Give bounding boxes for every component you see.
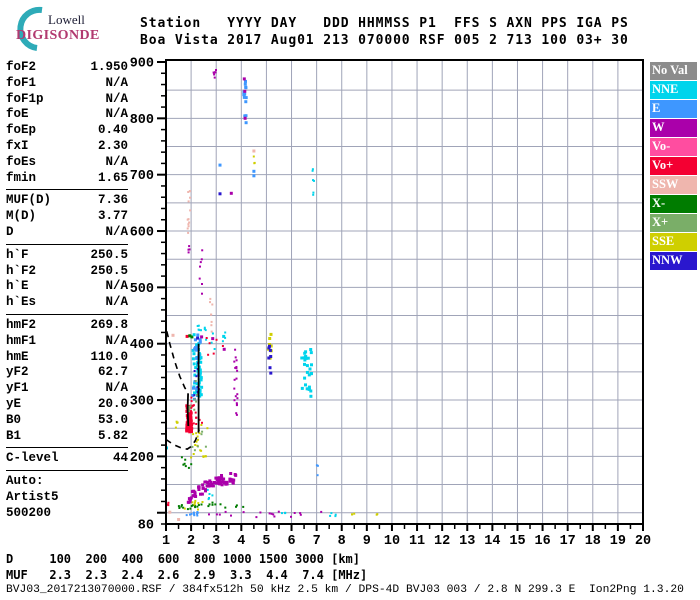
x-tick-label: 19 xyxy=(610,534,626,549)
x-tick-label: 17 xyxy=(560,534,576,549)
legend-label: SSE xyxy=(652,234,675,248)
legend-item-e: E xyxy=(650,100,697,118)
x-tick-label: 12 xyxy=(434,534,450,549)
legend-item-nne: NNE xyxy=(650,81,697,99)
x-tick-label: 10 xyxy=(384,534,400,549)
echo-dots xyxy=(165,69,379,521)
legend-item-nnw: NNW xyxy=(650,252,697,270)
y-tick-label: 600 xyxy=(130,226,154,241)
legend-label: Vo+ xyxy=(652,158,674,172)
legend-item-ssw: SSW xyxy=(650,176,697,194)
legend-item-x: X- xyxy=(650,195,697,213)
plot-border xyxy=(165,59,644,525)
legend-label: W xyxy=(652,120,665,134)
ionogram-plot: 1 2 3 4 5 6 7 8 9 10 11 12 13 14 15 16 17 18 19 20900800700… xyxy=(130,57,651,550)
x-tick-label: 6 xyxy=(287,534,295,549)
legend-item-vo: Vo- xyxy=(650,138,697,156)
y-tick-label: 200 xyxy=(130,451,154,466)
y-axis: 900 800 700 600 500 400 300 200 80 xyxy=(130,57,166,534)
x-tick-label: 20 xyxy=(635,534,651,549)
x-tick-label: 16 xyxy=(534,534,550,549)
legend-item-sse: SSE xyxy=(650,233,697,251)
color-legend: No Val NNE E W Vo- Vo+ SSW X- X+ SSE NNW xyxy=(650,62,697,271)
x-tick-label: 11 xyxy=(409,534,425,549)
legend-item-w: W xyxy=(650,119,697,137)
x-tick-label: 15 xyxy=(509,534,525,549)
x-tick-label: 18 xyxy=(585,534,601,549)
x-tick-label: 9 xyxy=(363,534,371,549)
x-tick-label: 13 xyxy=(459,534,475,549)
x-tick-label: 2 xyxy=(187,534,195,549)
legend-item-x: X+ xyxy=(650,214,697,232)
plot-grid xyxy=(166,60,643,524)
d-muf-table: D 100 200 400 600 800 1000 1500 3000 [km… xyxy=(6,552,368,582)
legend-label: NNW xyxy=(652,253,683,267)
x-tick-label: 4 xyxy=(237,534,245,549)
x-tick-label: 7 xyxy=(313,534,321,549)
legend-label: X- xyxy=(652,196,666,210)
y-tick-label: 500 xyxy=(130,282,154,297)
y-tick-label: 900 xyxy=(130,57,154,72)
y-tick-label: 80 xyxy=(138,519,154,534)
y-tick-label: 800 xyxy=(130,113,154,128)
y-tick-label: 300 xyxy=(130,395,154,410)
y-tick-label: 400 xyxy=(130,338,154,353)
legend-item-vo: Vo+ xyxy=(650,157,697,175)
status-line: BVJ03_2017213070000.RSF / 384fx512h 50 k… xyxy=(6,584,684,596)
x-tick-label: 3 xyxy=(212,534,220,549)
x-tick-label: 1 xyxy=(162,534,170,549)
legend-label: E xyxy=(652,101,661,115)
legend-label: Vo- xyxy=(652,139,671,153)
legend-label: NNE xyxy=(652,82,679,96)
legend-label: SSW xyxy=(652,177,679,191)
x-tick-label: 5 xyxy=(262,534,270,549)
y-tick-label: 700 xyxy=(130,169,154,184)
legend-item-noval: No Val xyxy=(650,62,697,80)
x-axis: 1 2 3 4 5 6 7 8 9 10 11 12 13 14 15 16 17 18 19 20 xyxy=(162,524,651,549)
legend-label: No Val xyxy=(652,63,688,77)
x-tick-label: 8 xyxy=(338,534,346,549)
legend-label: X+ xyxy=(652,215,669,229)
x-tick-label: 14 xyxy=(484,534,500,549)
